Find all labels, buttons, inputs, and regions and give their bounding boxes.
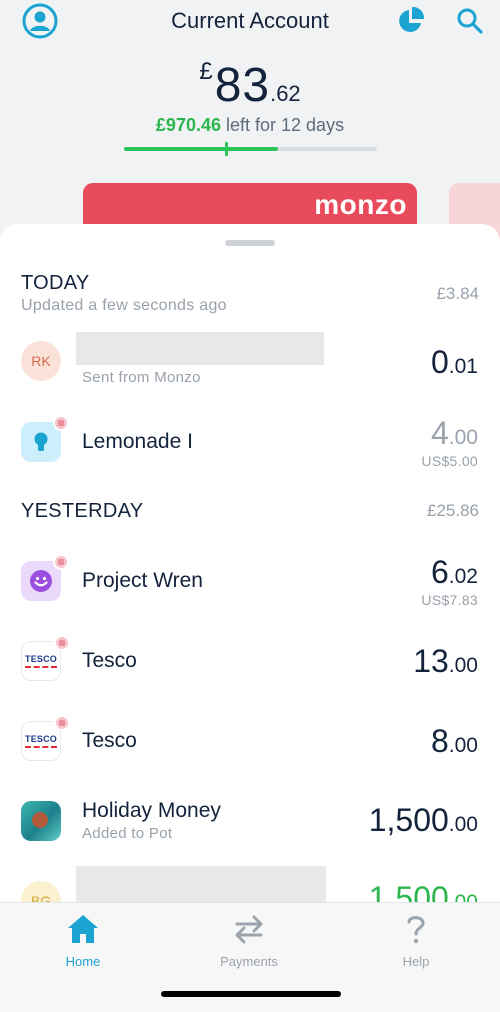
tab-help-label: Help [402, 954, 430, 969]
amount-decimal: .01 [448, 355, 478, 378]
tab-home-label: Home [65, 954, 101, 969]
transaction-amount: 4.00 [431, 415, 478, 452]
amount-whole: 13 [413, 643, 449, 679]
home-icon [68, 915, 98, 943]
sheet-grabber[interactable] [225, 240, 275, 246]
transaction-row[interactable]: RK Sent from Monzo 0.01 [0, 326, 500, 396]
transaction-row[interactable]: TESCO Tesco 13.00 [0, 626, 500, 696]
contact-avatar: BG [21, 881, 61, 902]
receipt-tag-icon [54, 715, 70, 731]
amount-decimal: .00 [448, 654, 478, 677]
transaction-amount: 13.00 [413, 643, 478, 680]
merchant-logo: TESCO [21, 635, 70, 681]
transaction-name: Holiday Money [82, 799, 221, 822]
search-icon [457, 8, 483, 34]
receipt-tag-icon [53, 554, 69, 570]
balance[interactable]: £83.62 [0, 58, 500, 113]
tesco-logo-text: TESCO [25, 654, 58, 664]
spending-button[interactable] [396, 6, 426, 36]
section-title-yesterday: YESTERDAY [21, 500, 144, 522]
transaction-row[interactable]: BG 1,500.00 [0, 866, 500, 902]
top-bar: Current Account [0, 0, 500, 44]
transaction-amount: 1,500.00 [369, 880, 478, 902]
foreign-amount: US$7.83 [421, 592, 478, 608]
section-title-today: TODAY [21, 272, 90, 294]
transaction-name: Lemonade I [82, 430, 193, 453]
tab-payments-label: Payments [220, 954, 278, 969]
budget-progress-fill [124, 147, 279, 151]
home-indicator[interactable] [161, 991, 341, 997]
transactions-sheet[interactable]: TODAY Updated a few seconds ago £3.84 RK… [0, 224, 500, 902]
transaction-amount: 6.02 [431, 554, 478, 591]
transaction-subtitle: Added to Pot [82, 825, 173, 842]
tab-payments[interactable]: Payments [189, 913, 309, 969]
tesco-logo-text: TESCO [25, 734, 58, 744]
amount-decimal: .00 [448, 813, 478, 836]
amount-decimal: .00 [448, 426, 478, 449]
pot-image-detail [32, 812, 48, 828]
redacted-name [76, 866, 326, 902]
transaction-row[interactable]: Lemonade I 4.00 US$5.00 [0, 407, 500, 477]
receipt-tag-icon [54, 635, 70, 651]
category-icon [21, 415, 69, 462]
amount-whole: 8 [431, 723, 449, 759]
amount-decimal: .02 [448, 565, 478, 588]
redacted-name [76, 332, 324, 365]
transaction-row[interactable]: Project Wren 6.02 US$7.83 [0, 546, 500, 616]
pie-chart-icon [399, 6, 425, 32]
payments-arrows-icon [235, 915, 263, 944]
card-brand-logo: monzo [314, 189, 407, 220]
pot-image [21, 801, 61, 841]
amount-whole: 1,500 [368, 802, 449, 838]
transaction-name: Tesco [82, 649, 137, 672]
amount-decimal: .00 [448, 734, 478, 757]
merchant-logo: TESCO [21, 715, 70, 761]
amount-whole: 6 [431, 554, 449, 590]
tab-help[interactable]: Help [356, 913, 476, 969]
amount-whole: 4 [431, 415, 449, 451]
transaction-subtitle: Sent from Monzo [82, 369, 201, 386]
transaction-amount: 8.00 [431, 723, 478, 760]
receipt-tag-icon [53, 415, 69, 431]
transaction-name: Project Wren [82, 569, 203, 592]
spend-left-label: left for 12 days [221, 115, 345, 135]
help-question-icon [407, 916, 425, 944]
transaction-amount: 1,500.00 [369, 802, 478, 839]
balance-decimal: .62 [270, 81, 301, 106]
budget-today-marker [225, 142, 229, 156]
budget-progress-bar [124, 142, 377, 156]
transaction-row[interactable]: TESCO Tesco 8.00 [0, 706, 500, 776]
section-total-today: £3.84 [436, 284, 479, 303]
contact-avatar: RK [21, 341, 61, 381]
amount-whole: 1,500 [368, 880, 449, 902]
tesco-logo-stripe [25, 746, 57, 748]
foreign-amount: US$5.00 [421, 453, 478, 469]
amount-whole: 0 [431, 344, 449, 380]
transaction-amount: 0.01 [431, 344, 478, 381]
tesco-logo-stripe [25, 666, 57, 668]
category-icon [21, 554, 69, 601]
search-button[interactable] [456, 7, 484, 35]
section-total-yesterday: £25.86 [427, 501, 479, 520]
balance-whole: 83 [214, 59, 271, 112]
spend-left-amount: £970.46 [155, 115, 221, 135]
amount-decimal: .00 [449, 891, 478, 902]
transaction-name: Tesco [82, 729, 137, 752]
spend-left-text: £970.46 left for 12 days [0, 115, 500, 136]
tab-home[interactable]: Home [23, 913, 143, 969]
balance-currency: £ [199, 58, 213, 85]
section-subtitle-today: Updated a few seconds ago [21, 297, 227, 314]
transaction-row[interactable]: Holiday Money Added to Pot 1,500.00 [0, 786, 500, 856]
